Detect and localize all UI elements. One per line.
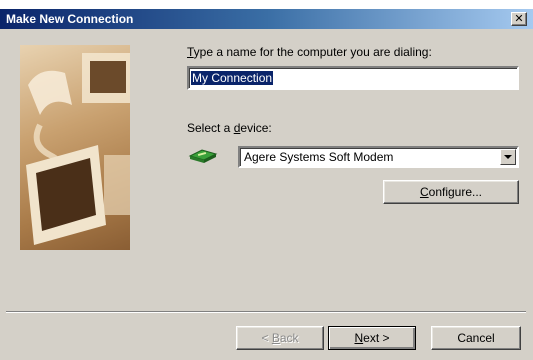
device-field-label: Select a device: [187, 121, 272, 135]
top-margin [0, 0, 533, 9]
device-select[interactable]: Agere Systems Soft Modem [238, 146, 519, 168]
window-title: Make New Connection [6, 12, 134, 26]
cancel-button[interactable]: Cancel [431, 326, 521, 350]
name-field-label: Type a name for the computer you are dia… [187, 45, 432, 59]
chevron-down-icon [504, 155, 512, 159]
connection-name-value: My Connection [191, 71, 274, 85]
title-bar[interactable]: Make New Connection [0, 9, 533, 29]
back-button[interactable]: < Back [236, 326, 324, 350]
configure-button[interactable]: Configure... [383, 180, 519, 204]
footer-divider [6, 311, 526, 313]
modem-icon [188, 146, 218, 164]
connection-illustration [20, 45, 130, 250]
close-icon: ✕ [514, 12, 524, 25]
computers-phone-illustration-icon [26, 53, 130, 245]
close-button[interactable]: ✕ [511, 12, 527, 26]
next-button[interactable]: Next > [328, 326, 416, 350]
device-select-value: Agere Systems Soft Modem [244, 150, 394, 164]
connection-name-input[interactable]: My Connection [187, 66, 519, 90]
make-new-connection-dialog: Make New Connection ✕ Type a name for th… [0, 0, 533, 360]
dropdown-button[interactable] [500, 149, 516, 165]
